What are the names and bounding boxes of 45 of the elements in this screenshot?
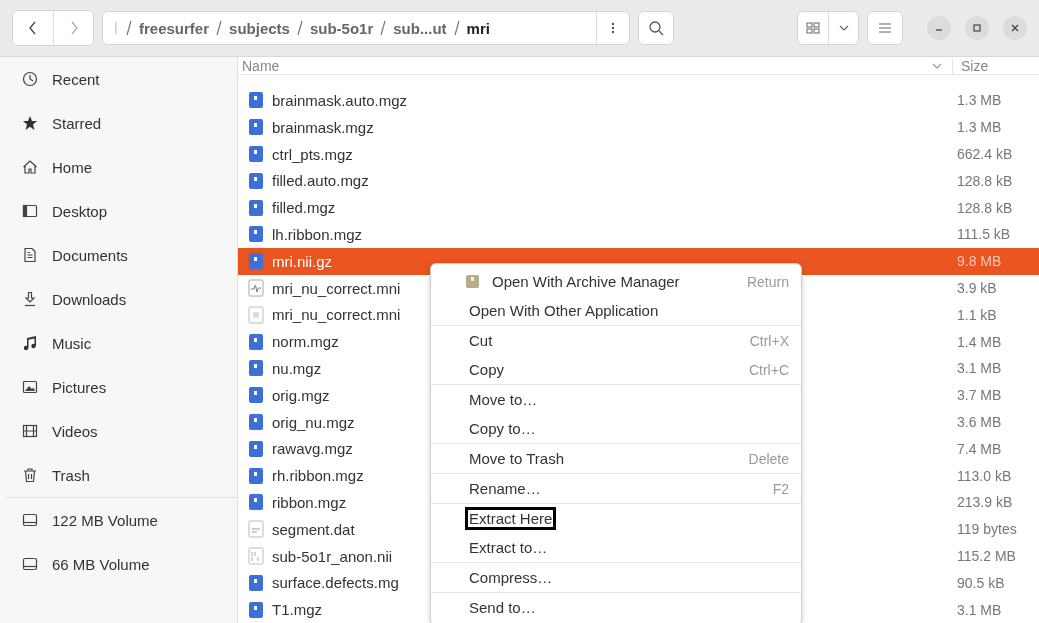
file-size: 128.8 kB xyxy=(957,172,1014,189)
file-name: orig_nu.mgz xyxy=(272,413,355,431)
file-size: 7.4 MB xyxy=(957,440,1003,457)
file-name: mri_nu_correct.mni xyxy=(272,306,401,324)
file-size: 128.8 kB xyxy=(957,199,1014,216)
file-name: orig.mgz xyxy=(272,386,330,404)
file-name: T1.mgz xyxy=(272,601,322,619)
file-size: 9.8 MB xyxy=(957,253,1003,270)
file-name: brainmask.auto.mgz xyxy=(272,91,408,109)
file-name: filled.mgz xyxy=(272,199,336,217)
shortcut-label: Ctrl+X xyxy=(749,332,789,349)
file-size: 3.6 MB xyxy=(957,414,1003,430)
file-size: 1.3 MB xyxy=(957,92,1003,109)
shortcut-label: Return xyxy=(746,273,789,290)
file-name: nu.mgz xyxy=(272,359,322,377)
file-name: sub-5o1r_anon.nii xyxy=(272,547,393,565)
file-name: mri.nii.gz xyxy=(272,252,332,270)
file-size: 111.5 kB xyxy=(957,226,1012,243)
file-size: 1.4 MB xyxy=(957,333,1003,350)
file-name: ctrl_pts.mgz xyxy=(272,145,353,163)
file-name: norm.mgz xyxy=(272,333,339,351)
file-name: surface.defects.mg xyxy=(272,574,399,592)
file-name: brainmask.mgz xyxy=(272,118,374,136)
file-size: 119 bytes xyxy=(957,521,1018,538)
shortcut-label: Ctrl+C xyxy=(748,361,789,378)
shortcut-label: Delete xyxy=(748,450,789,467)
file-name: lh.ribbon.mgz xyxy=(272,225,363,243)
file-name: ribbon.mgz xyxy=(272,493,347,511)
file-size: 90.5 kB xyxy=(957,574,1006,591)
file-size: 1.3 MB xyxy=(957,119,1003,136)
file-size: 3.9 kB xyxy=(957,280,998,297)
file-name: mri_nu_correct.mni xyxy=(272,279,401,297)
file-size: 3.7 MB xyxy=(957,387,1003,404)
file-name: segment.dat xyxy=(272,520,355,538)
file-size: 662.4 kB xyxy=(957,146,1014,163)
file-size: 213.9 kB xyxy=(957,494,1014,511)
file-size: 115.2 MB xyxy=(957,548,1017,564)
file-size: 3.1 MB xyxy=(957,601,1003,618)
shortcut-label: F2 xyxy=(772,480,789,497)
file-name: rh.ribbon.mgz xyxy=(272,467,364,485)
file-size: 113.0 kB xyxy=(957,467,1013,484)
file-size: 1.1 kB xyxy=(957,306,998,323)
file-size: 3.1 MB xyxy=(957,360,1003,377)
file-name: rawavg.mgz xyxy=(272,440,353,458)
file-name: filled.auto.mgz xyxy=(272,172,369,190)
